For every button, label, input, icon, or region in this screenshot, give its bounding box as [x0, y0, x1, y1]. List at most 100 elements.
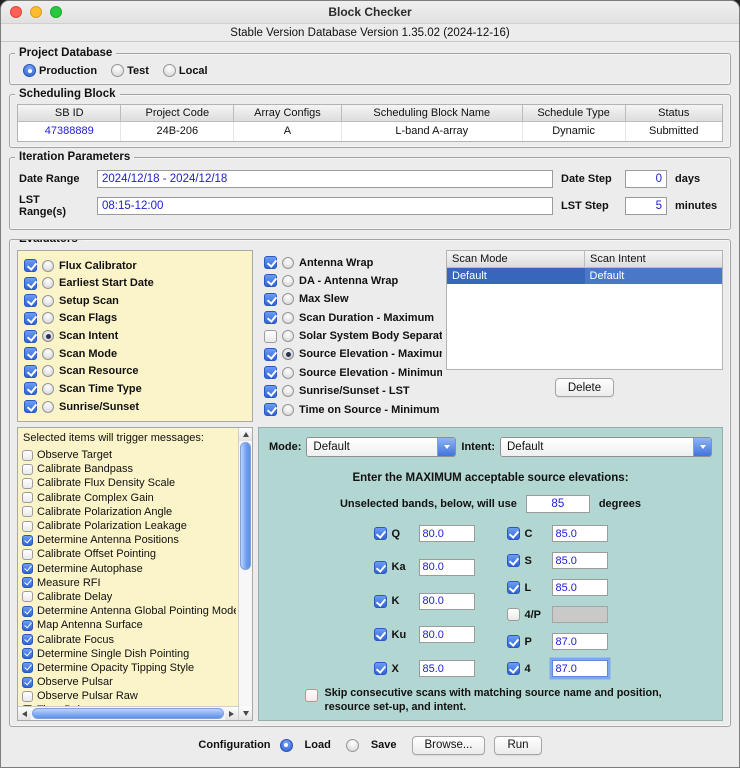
- message-checkbox[interactable]: [22, 691, 33, 702]
- constraint-radio[interactable]: [282, 330, 294, 342]
- vertical-scrollbar[interactable]: [238, 428, 252, 720]
- evaluator-enable-checkbox[interactable]: [24, 330, 37, 343]
- default-elevation-input[interactable]: [526, 495, 590, 513]
- evaluator-select-radio[interactable]: [42, 260, 54, 272]
- constraint-checkbox[interactable]: [264, 330, 277, 343]
- message-checkbox[interactable]: [22, 450, 33, 461]
- column-header-status[interactable]: Status: [626, 105, 722, 121]
- evaluator-select-radio[interactable]: [42, 312, 54, 324]
- column-header-schedule-type[interactable]: Schedule Type: [523, 105, 626, 121]
- horizontal-scrollbar[interactable]: [18, 706, 238, 720]
- production-radio[interactable]: [23, 64, 36, 77]
- close-button[interactable]: [10, 6, 22, 18]
- band-checkbox[interactable]: [507, 527, 520, 540]
- band-elevation-input[interactable]: [419, 525, 475, 542]
- evaluator-enable-checkbox[interactable]: [24, 382, 37, 395]
- evaluator-select-radio[interactable]: [42, 401, 54, 413]
- message-checkbox[interactable]: [22, 535, 33, 546]
- message-checkbox[interactable]: [22, 634, 33, 645]
- lst-range-input[interactable]: [97, 197, 553, 215]
- band-elevation-input[interactable]: [552, 633, 608, 650]
- scroll-up-button[interactable]: [239, 428, 252, 441]
- zoom-button[interactable]: [50, 6, 62, 18]
- run-button[interactable]: Run: [494, 736, 541, 755]
- constraint-checkbox[interactable]: [264, 293, 277, 306]
- evaluator-select-radio[interactable]: [42, 348, 54, 360]
- message-checkbox[interactable]: [22, 591, 33, 602]
- message-checkbox[interactable]: [22, 563, 33, 574]
- scroll-right-button[interactable]: [225, 707, 238, 720]
- constraint-checkbox[interactable]: [264, 403, 277, 416]
- constraint-radio[interactable]: [282, 385, 294, 397]
- band-checkbox[interactable]: [507, 662, 520, 675]
- config-load-radio[interactable]: [280, 739, 293, 752]
- date-step-input[interactable]: [625, 170, 667, 188]
- band-elevation-input[interactable]: [552, 525, 608, 542]
- evaluator-enable-checkbox[interactable]: [24, 277, 37, 290]
- band-checkbox[interactable]: [507, 635, 520, 648]
- column-header-array-configs[interactable]: Array Configs: [234, 105, 342, 121]
- constraint-radio[interactable]: [282, 275, 294, 287]
- intent-combobox[interactable]: Default: [500, 437, 712, 457]
- scroll-down-button[interactable]: [239, 707, 252, 720]
- band-checkbox[interactable]: [374, 628, 387, 641]
- chevron-down-icon[interactable]: [693, 438, 711, 456]
- lst-step-input[interactable]: [625, 197, 667, 215]
- column-header-scan-mode[interactable]: Scan Mode: [447, 251, 585, 267]
- band-elevation-input[interactable]: [552, 579, 608, 596]
- constraint-radio[interactable]: [282, 257, 294, 269]
- column-header-sb-name[interactable]: Scheduling Block Name: [342, 105, 523, 121]
- constraint-checkbox[interactable]: [264, 274, 277, 287]
- evaluator-enable-checkbox[interactable]: [24, 347, 37, 360]
- scan-table-selected-row[interactable]: Default Default: [447, 268, 722, 284]
- minimize-button[interactable]: [30, 6, 42, 18]
- column-header-sb-id[interactable]: SB ID: [18, 105, 121, 121]
- constraint-checkbox[interactable]: [264, 311, 277, 324]
- config-save-radio[interactable]: [346, 739, 359, 752]
- evaluator-select-radio[interactable]: [42, 330, 54, 342]
- constraint-checkbox[interactable]: [264, 348, 277, 361]
- chevron-down-icon[interactable]: [437, 438, 455, 456]
- local-radio[interactable]: [163, 64, 176, 77]
- constraint-checkbox[interactable]: [264, 385, 277, 398]
- evaluator-enable-checkbox[interactable]: [24, 400, 37, 413]
- evaluator-select-radio[interactable]: [42, 295, 54, 307]
- message-checkbox[interactable]: [22, 662, 33, 673]
- evaluator-enable-checkbox[interactable]: [24, 294, 37, 307]
- band-checkbox[interactable]: [374, 595, 387, 608]
- horizontal-scroll-thumb[interactable]: [32, 708, 224, 719]
- message-checkbox[interactable]: [22, 677, 33, 688]
- test-radio[interactable]: [111, 64, 124, 77]
- evaluator-select-radio[interactable]: [42, 365, 54, 377]
- evaluator-enable-checkbox[interactable]: [24, 365, 37, 378]
- message-checkbox[interactable]: [22, 606, 33, 617]
- constraint-radio[interactable]: [282, 293, 294, 305]
- message-checkbox[interactable]: [22, 620, 33, 631]
- evaluator-enable-checkbox[interactable]: [24, 312, 37, 325]
- message-checkbox[interactable]: [22, 577, 33, 588]
- delete-button[interactable]: Delete: [555, 378, 614, 397]
- table-row[interactable]: 47388889 24B-206 A L-band A-array Dynami…: [18, 122, 722, 141]
- column-header-project-code[interactable]: Project Code: [121, 105, 234, 121]
- skip-consecutive-checkbox[interactable]: [305, 689, 318, 702]
- evaluator-select-radio[interactable]: [42, 383, 54, 395]
- constraint-checkbox[interactable]: [264, 256, 277, 269]
- band-checkbox[interactable]: [374, 662, 387, 675]
- band-elevation-input[interactable]: [552, 552, 608, 569]
- mode-combobox[interactable]: Default: [306, 437, 456, 457]
- band-elevation-input[interactable]: [552, 660, 608, 677]
- constraint-radio[interactable]: [282, 367, 294, 379]
- message-checkbox[interactable]: [22, 464, 33, 475]
- date-range-input[interactable]: [97, 170, 553, 188]
- message-checkbox[interactable]: [22, 506, 33, 517]
- constraint-radio[interactable]: [282, 348, 294, 360]
- evaluator-select-radio[interactable]: [42, 277, 54, 289]
- column-header-scan-intent[interactable]: Scan Intent: [585, 251, 722, 267]
- message-checkbox[interactable]: [22, 478, 33, 489]
- message-checkbox[interactable]: [22, 648, 33, 659]
- band-checkbox[interactable]: [507, 581, 520, 594]
- constraint-radio[interactable]: [282, 404, 294, 416]
- browse-button[interactable]: Browse...: [412, 736, 486, 755]
- band-elevation-input[interactable]: [419, 593, 475, 610]
- band-checkbox[interactable]: [374, 527, 387, 540]
